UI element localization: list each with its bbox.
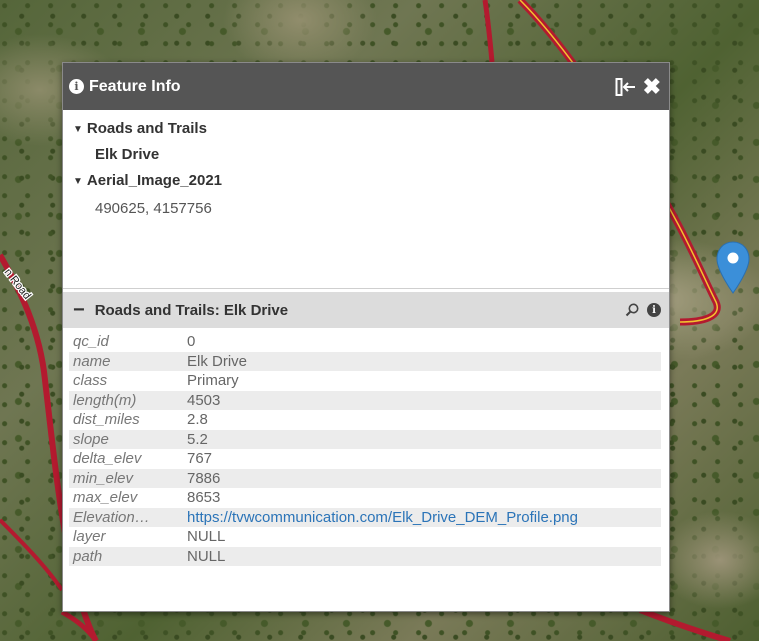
attribute-value: 767 xyxy=(187,450,213,468)
attribute-section: − Roads and Trails: Elk Drive i qc_id 0 na… xyxy=(63,288,669,566)
attribute-info-icon[interactable]: i xyxy=(647,303,661,317)
attribute-key: path xyxy=(69,546,183,566)
collapse-icon[interactable]: − xyxy=(73,300,85,320)
attribute-key: max_elev xyxy=(73,489,138,507)
caret-down-icon[interactable]: ▼ xyxy=(73,169,83,195)
attribute-key: dist_miles xyxy=(73,411,140,429)
tree-group-label: Aerial_Image_2021 xyxy=(86,172,223,189)
attribute-key: qc_id xyxy=(73,333,109,351)
attribute-value: 8653 xyxy=(187,489,221,507)
attribute-key: delta_elev xyxy=(73,450,142,468)
close-icon[interactable]: ✖ xyxy=(643,75,661,97)
dock-icon[interactable] xyxy=(615,77,637,97)
zoom-to-search-icon[interactable] xyxy=(625,303,639,317)
attribute-key: Elevation… xyxy=(69,507,183,527)
attribute-row: name Elk Drive xyxy=(69,351,661,371)
attribute-table: qc_id 0 name Elk Drive class Primary length(m)… xyxy=(69,332,661,566)
tree-group-label: Roads and Trails xyxy=(86,120,207,137)
tree-item-coordinates: 490625, 4157756 xyxy=(95,200,212,217)
attribute-row: max_elev 8653 xyxy=(69,488,661,508)
road-top xyxy=(482,0,495,63)
attribute-row: slope 5.2 xyxy=(69,429,661,449)
attribute-row: length(m) 4503 xyxy=(69,390,661,410)
road-bottom-right xyxy=(638,607,731,641)
attribute-key: class xyxy=(73,372,108,390)
attribute-row: path NULL xyxy=(69,546,661,566)
attribute-key: slope xyxy=(69,429,183,449)
location-pin-icon[interactable] xyxy=(716,241,750,295)
attribute-value: 7886 xyxy=(183,468,661,488)
section-title: Roads and Trails: Elk Drive xyxy=(94,301,289,319)
road-label: n Road xyxy=(2,266,33,301)
attribute-key: name xyxy=(69,351,183,371)
feature-tree: ▼ Roads and Trails Elk Drive ▼ Aerial_Imag… xyxy=(63,110,669,288)
attribute-row: dist_miles 2.8 xyxy=(69,410,661,430)
attribute-key: layer xyxy=(73,528,106,546)
attribute-value: 5.2 xyxy=(183,429,661,449)
caret-down-icon[interactable]: ▼ xyxy=(73,117,83,143)
attribute-key: min_elev xyxy=(69,468,183,488)
attribute-row: min_elev 7886 xyxy=(69,468,661,488)
attribute-value: Primary xyxy=(187,372,239,390)
attribute-value: NULL xyxy=(187,528,226,546)
tree-group-aerial[interactable]: ▼ Aerial_Image_2021 xyxy=(63,168,669,194)
road-left-branch xyxy=(0,518,64,592)
feature-info-popup: i Feature Info ✖ ▼ Roads and Trails Elk D… xyxy=(62,62,670,612)
attribute-value: 4503 xyxy=(183,390,661,410)
attribute-value: Elk Drive xyxy=(183,351,661,371)
tree-item-elk-drive[interactable]: Elk Drive xyxy=(63,142,669,168)
attribute-row: class Primary xyxy=(69,371,661,391)
info-icon: i xyxy=(69,79,84,94)
attribute-value: 2.8 xyxy=(187,411,208,429)
section-header[interactable]: − Roads and Trails: Elk Drive i xyxy=(63,292,669,328)
tree-group-roads[interactable]: ▼ Roads and Trails xyxy=(63,116,669,142)
elevation-profile-link[interactable]: https://tvwcommunication.com/Elk_Drive_D… xyxy=(187,509,578,526)
popup-title: Feature Info xyxy=(89,77,181,95)
attribute-row: Elevation… https://tvwcommunication.com/E… xyxy=(69,507,661,527)
attribute-key: length(m) xyxy=(69,390,183,410)
attribute-value-cell: https://tvwcommunication.com/Elk_Drive_D… xyxy=(183,507,661,527)
attribute-row: qc_id 0 xyxy=(69,332,661,352)
attribute-row: delta_elev 767 xyxy=(69,449,661,469)
attribute-row: layer NULL xyxy=(69,527,661,547)
attribute-value: NULL xyxy=(183,546,661,566)
popup-titlebar[interactable]: i Feature Info ✖ xyxy=(63,63,669,110)
attribute-value: 0 xyxy=(187,333,196,351)
